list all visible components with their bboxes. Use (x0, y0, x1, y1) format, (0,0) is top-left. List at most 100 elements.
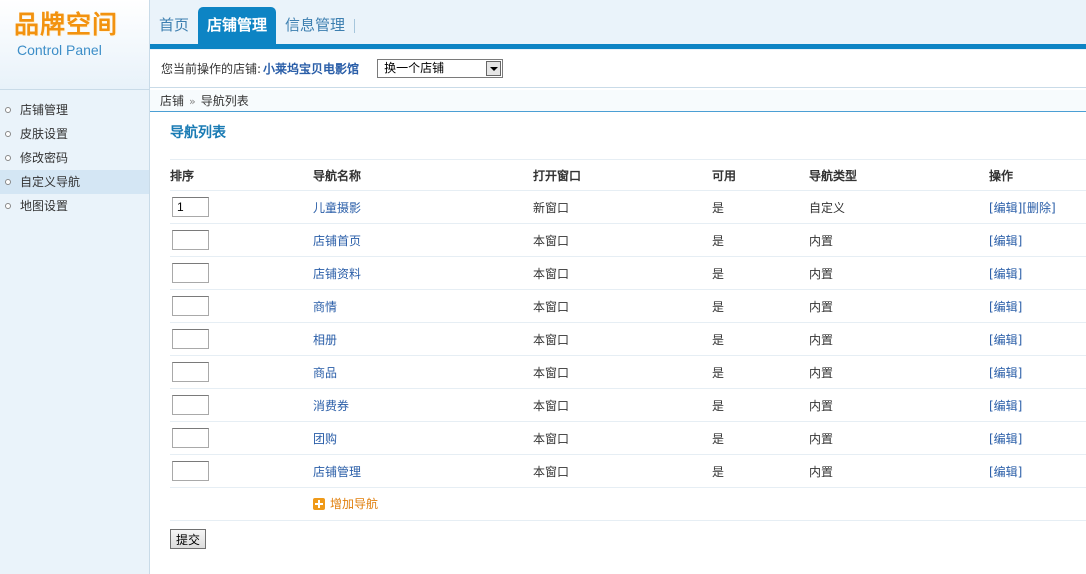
sidebar-item-change-password[interactable]: 修改密码 (0, 146, 149, 170)
table-row: 商情 本窗口 是 内置 [编辑] (170, 289, 1086, 323)
breadcrumb-root[interactable]: 店铺 (160, 94, 184, 108)
nav-name-link[interactable]: 儿童摄影 (313, 190, 533, 224)
nav-type-cell: 内置 (809, 322, 989, 356)
table-row: 商品 本窗口 是 内置 [编辑] (170, 355, 1086, 389)
nav-name-link[interactable]: 店铺资料 (313, 256, 533, 290)
open-window-cell: 本窗口 (533, 355, 712, 389)
actions-cell: [编辑] (989, 454, 1086, 488)
edit-link[interactable]: [编辑] (989, 465, 1022, 479)
order-input[interactable] (172, 197, 209, 217)
nav-type-cell: 内置 (809, 421, 989, 455)
nav-name-link[interactable]: 店铺首页 (313, 223, 533, 257)
open-window-cell: 本窗口 (533, 322, 712, 356)
breadcrumb-current: 导航列表 (200, 94, 249, 108)
nav-name-link[interactable]: 消费券 (313, 388, 533, 422)
delete-link[interactable]: [删除] (1022, 201, 1055, 215)
circle-bullet-icon (5, 179, 11, 185)
nav-type-cell: 内置 (809, 355, 989, 389)
add-navigation-label: 增加导航 (330, 497, 379, 512)
actions-cell: [编辑] (989, 289, 1086, 323)
nav-type-cell: 内置 (809, 388, 989, 422)
actions-cell: [编辑] (989, 322, 1086, 356)
open-window-cell: 本窗口 (533, 256, 712, 290)
submit-button[interactable]: 提交 (170, 529, 206, 549)
sidebar-item-label: 修改密码 (20, 151, 69, 165)
order-input[interactable] (172, 329, 209, 349)
enabled-cell: 是 (712, 322, 809, 356)
logo: 品牌空间 Control Panel (0, 0, 149, 90)
sidebar-item-map-settings[interactable]: 地图设置 (0, 194, 149, 218)
tab-info-manage[interactable]: 信息管理 (276, 7, 354, 44)
left-panel: 品牌空间 Control Panel 店铺管理 皮肤设置 修改密码 自定义导航 … (0, 0, 150, 574)
order-input[interactable] (172, 263, 209, 283)
table-row: 儿童摄影 新窗口 是 自定义 [编辑][删除] (170, 190, 1086, 224)
sidebar-item-skin-settings[interactable]: 皮肤设置 (0, 122, 149, 146)
sidebar-item-store-manage[interactable]: 店铺管理 (0, 98, 149, 122)
logo-subtitle: Control Panel (17, 42, 102, 58)
open-window-cell: 本窗口 (533, 454, 712, 488)
sidebar-item-label: 店铺管理 (20, 103, 69, 117)
nav-name-link[interactable]: 店铺管理 (313, 454, 533, 488)
main-tabs: 首页 店铺管理 信息管理 (150, 7, 356, 44)
enabled-cell: 是 (712, 289, 809, 323)
edit-link[interactable]: [编辑] (989, 333, 1022, 347)
switch-store-select-value: 换一个店铺 (384, 61, 445, 75)
column-header-type: 导航类型 (809, 159, 989, 191)
tab-store-manage[interactable]: 店铺管理 (198, 7, 277, 44)
nav-name-link[interactable]: 商品 (313, 355, 533, 389)
header-accent-line (150, 44, 1086, 49)
table-row: 团购 本窗口 是 内置 [编辑] (170, 421, 1086, 455)
edit-link[interactable]: [编辑] (989, 432, 1022, 446)
open-window-cell: 本窗口 (533, 223, 712, 257)
order-input[interactable] (172, 296, 209, 316)
sidebar-menu: 店铺管理 皮肤设置 修改密码 自定义导航 地图设置 (0, 90, 149, 218)
breadcrumb-separator-icon: » (189, 95, 196, 108)
tab-divider (354, 19, 356, 33)
dropdown-arrow-icon[interactable] (486, 61, 502, 76)
table-row: 店铺首页 本窗口 是 内置 [编辑] (170, 223, 1086, 257)
sidebar-item-label: 皮肤设置 (20, 127, 69, 141)
order-input[interactable] (172, 362, 209, 382)
edit-link[interactable]: [编辑] (989, 300, 1022, 314)
enabled-cell: 是 (712, 421, 809, 455)
edit-link[interactable]: [编辑] (989, 399, 1022, 413)
edit-link[interactable]: [编辑] (989, 366, 1022, 380)
circle-bullet-icon (5, 107, 11, 113)
table-header-row: 排序 导航名称 打开窗口 可用 导航类型 操作 (170, 159, 1086, 191)
tab-home[interactable]: 首页 (150, 7, 198, 44)
add-navigation-link[interactable]: 增加导航 (313, 495, 378, 512)
order-input[interactable] (172, 395, 209, 415)
open-window-cell: 本窗口 (533, 388, 712, 422)
sidebar-item-label: 地图设置 (20, 199, 69, 213)
current-store-name[interactable]: 小莱坞宝贝电影馆 (263, 60, 359, 77)
plus-icon (313, 497, 325, 510)
nav-type-cell: 内置 (809, 289, 989, 323)
table-row: 消费券 本窗口 是 内置 [编辑] (170, 388, 1086, 422)
nav-type-cell: 内置 (809, 454, 989, 488)
switch-store-select[interactable]: 换一个店铺 (377, 59, 504, 78)
edit-link[interactable]: [编辑] (989, 234, 1022, 248)
breadcrumb: 店铺 » 导航列表 (150, 90, 1086, 112)
table-row: 店铺资料 本窗口 是 内置 [编辑] (170, 256, 1086, 290)
top-header: 首页 店铺管理 信息管理 (150, 0, 1086, 50)
enabled-cell: 是 (712, 388, 809, 422)
order-input[interactable] (172, 461, 209, 481)
order-input[interactable] (172, 428, 209, 448)
current-store-bar: 您当前操作的店铺: 小莱坞宝贝电影馆 换一个店铺 (150, 50, 1086, 88)
open-window-cell: 本窗口 (533, 289, 712, 323)
nav-name-link[interactable]: 商情 (313, 289, 533, 323)
sidebar-item-custom-navigation[interactable]: 自定义导航 (0, 170, 149, 194)
nav-type-cell: 自定义 (809, 190, 989, 224)
nav-name-link[interactable]: 相册 (313, 322, 533, 356)
order-input[interactable] (172, 230, 209, 250)
nav-name-link[interactable]: 团购 (313, 421, 533, 455)
edit-link[interactable]: [编辑] (989, 267, 1022, 281)
current-store-label: 您当前操作的店铺: (161, 62, 262, 76)
nav-type-cell: 内置 (809, 256, 989, 290)
actions-cell: [编辑] (989, 223, 1086, 257)
column-header-name: 导航名称 (313, 159, 533, 191)
edit-link[interactable]: [编辑] (989, 201, 1022, 215)
enabled-cell: 是 (712, 223, 809, 257)
add-row: 增加导航 (170, 487, 1086, 521)
actions-cell: [编辑] (989, 256, 1086, 290)
